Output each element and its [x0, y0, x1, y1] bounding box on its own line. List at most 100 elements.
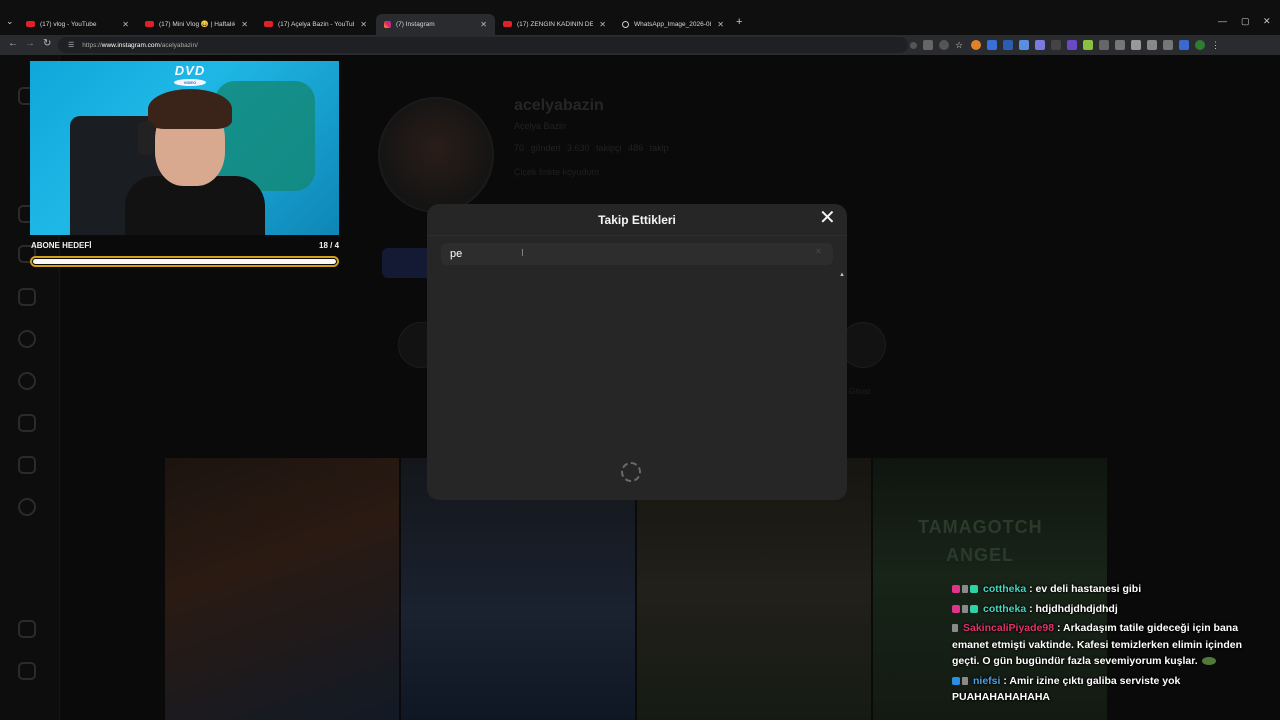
eye-off-icon[interactable]	[939, 40, 949, 50]
new-tab-plus-icon[interactable]: +	[736, 16, 742, 28]
profile-username: acelyabazin	[514, 97, 604, 114]
search-icon[interactable]	[18, 330, 36, 348]
dvd-logo: DVD	[174, 63, 206, 78]
close-icon[interactable]: ✕	[819, 208, 836, 228]
url-scheme: https://	[82, 41, 102, 49]
headset-icon	[138, 121, 154, 155]
profile-avatar-icon[interactable]	[1195, 40, 1205, 50]
streamer-hair	[148, 89, 232, 129]
forward-arrow-icon[interactable]: →	[25, 38, 35, 49]
extensions-puzzle-icon[interactable]	[1163, 40, 1173, 50]
also-from-meta-icon[interactable]	[18, 662, 36, 680]
extension-purple-icon[interactable]	[1067, 40, 1077, 50]
extension-window-icon[interactable]	[1019, 40, 1029, 50]
profile-icon[interactable]	[18, 498, 36, 516]
star-icon[interactable]: ☆	[955, 40, 965, 50]
follow-button[interactable]	[382, 248, 432, 278]
tab-zengin-kadin[interactable]: (17) ZENGİN KADININ DEPOSU ✕	[495, 15, 614, 33]
reload-icon[interactable]: ↻	[43, 38, 51, 49]
window-close-icon[interactable]: ✕	[1263, 16, 1271, 27]
url-path: /acelyabazin/	[159, 41, 198, 49]
tab-vlog[interactable]: (17) vlog - YouTube ✕	[18, 15, 137, 33]
chat-username: niefsi	[973, 674, 1001, 687]
chat-badge-icon	[970, 585, 978, 593]
close-icon[interactable]: ✕	[122, 20, 129, 29]
instagram-icon	[384, 21, 391, 28]
chat-badge-icon	[962, 585, 968, 593]
tab-title: (7) Instagram	[396, 21, 435, 28]
extension-shield-icon[interactable]	[1099, 40, 1109, 50]
close-icon[interactable]: ✕	[599, 20, 606, 29]
globe-icon	[622, 20, 629, 28]
browser-toolbar: ← → ↻ ☰ https://www.instagram.com/acelya…	[0, 35, 1280, 55]
chat-message: cottheka : ev deli hastanesi gibi	[952, 581, 1272, 598]
youtube-icon	[503, 21, 512, 27]
modal-header: Takip Ettikleri ✕	[427, 204, 847, 236]
extension-pen-icon[interactable]	[1035, 40, 1045, 50]
cast-icon[interactable]	[923, 40, 933, 50]
extension-translate-icon[interactable]	[1003, 40, 1013, 50]
tab-mini-vlog[interactable]: (17) Mini Vlog 😄 | Haftalık Ku ✕	[137, 15, 256, 33]
extension-play-icon[interactable]	[1131, 40, 1141, 50]
address-bar[interactable]: ☰ https://www.instagram.com/acelyabazin/	[58, 37, 908, 53]
profile-avatar[interactable]	[378, 97, 494, 213]
chat-emote-icon	[1201, 657, 1216, 665]
close-icon[interactable]: ✕	[717, 20, 724, 29]
create-plus-icon[interactable]	[18, 414, 36, 432]
tab-acelya-youtube[interactable]: (17) Açelya Bazin - YouTube ✕	[256, 15, 375, 33]
sidebar-panel-icon[interactable]	[1179, 40, 1189, 50]
more-menu-icon[interactable]	[18, 620, 36, 638]
subscriber-goal-label: ABONE HEDEFİ	[31, 241, 92, 250]
webcam-overlay: DVD VIDEO	[30, 61, 339, 235]
tab-title: (17) vlog - YouTube	[40, 20, 97, 28]
scrollbar-up-arrow-icon[interactable]: ▲	[839, 272, 845, 278]
extension-blue-icon[interactable]	[987, 40, 997, 50]
extensions-area: ☆ ⋮	[910, 39, 1221, 51]
dashboard-icon[interactable]	[18, 456, 36, 474]
close-icon[interactable]: ✕	[241, 20, 248, 29]
site-info-icon[interactable]: ☰	[68, 41, 74, 49]
minimize-icon[interactable]: —	[1218, 16, 1227, 26]
close-icon[interactable]: ✕	[480, 20, 487, 29]
chat-text: : ev deli hastanesi gibi	[1026, 583, 1142, 595]
tab-strip: ⌄ (17) vlog - YouTube ✕ (17) Mini Vlog 😄…	[0, 0, 1280, 35]
chat-badge-icon	[962, 604, 968, 613]
messages-icon[interactable]	[18, 288, 36, 306]
loading-spinner-icon	[621, 462, 641, 482]
following-modal: Takip Ettikleri ✕ I ✕ ▲	[427, 204, 847, 500]
extension-translate2-icon[interactable]	[1115, 40, 1125, 50]
tab-search-chevron-icon[interactable]: ⌄	[6, 16, 14, 27]
tab-instagram[interactable]: (7) Instagram ✕	[376, 14, 495, 35]
profile-bio-link[interactable]: Çiçek linkte koyudum	[514, 167, 599, 177]
chat-message: cottheka : hdjdhdjdhdjdhdj	[952, 601, 1272, 618]
back-arrow-icon[interactable]: ←	[8, 38, 18, 49]
dvd-logo-sub: VIDEO	[174, 79, 206, 86]
heart-icon[interactable]	[18, 372, 36, 390]
text-cursor-icon: I	[521, 248, 524, 259]
chat-badge-icon	[962, 676, 968, 685]
clear-search-icon[interactable]: ✕	[815, 247, 822, 256]
post-image-text: TAMAGOTCH	[918, 517, 1043, 537]
webcam-background-poster	[215, 81, 315, 191]
extension-orange-icon[interactable]	[971, 40, 981, 50]
zoom-icon[interactable]	[910, 41, 917, 49]
extension-green-icon[interactable]	[1083, 40, 1093, 50]
following-search-box[interactable]	[441, 243, 833, 265]
close-icon[interactable]: ✕	[360, 20, 367, 29]
modal-title: Takip Ettikleri	[598, 213, 676, 227]
chat-badge-icon	[952, 624, 958, 632]
chat-username: SakincaliPiyade98	[963, 622, 1055, 634]
extension-grey-icon[interactable]	[1051, 40, 1061, 50]
chat-username: cottheka	[983, 583, 1027, 595]
subscriber-goal-fill	[33, 259, 336, 264]
chat-badge-icon	[952, 676, 960, 685]
extension-car-icon[interactable]	[1147, 40, 1157, 50]
maximize-icon[interactable]: ▢	[1241, 16, 1250, 27]
chat-badge-icon	[970, 604, 978, 613]
post-thumbnail[interactable]	[165, 458, 399, 720]
chat-username: cottheka	[983, 602, 1027, 615]
tab-title: WhatsApp_Image_2026-08-08...	[634, 20, 711, 28]
following-search-input[interactable]	[450, 248, 650, 260]
menu-kebab-icon[interactable]: ⋮	[1211, 40, 1221, 50]
tab-whatsapp-image[interactable]: WhatsApp_Image_2026-08-08... ✕	[614, 15, 732, 33]
